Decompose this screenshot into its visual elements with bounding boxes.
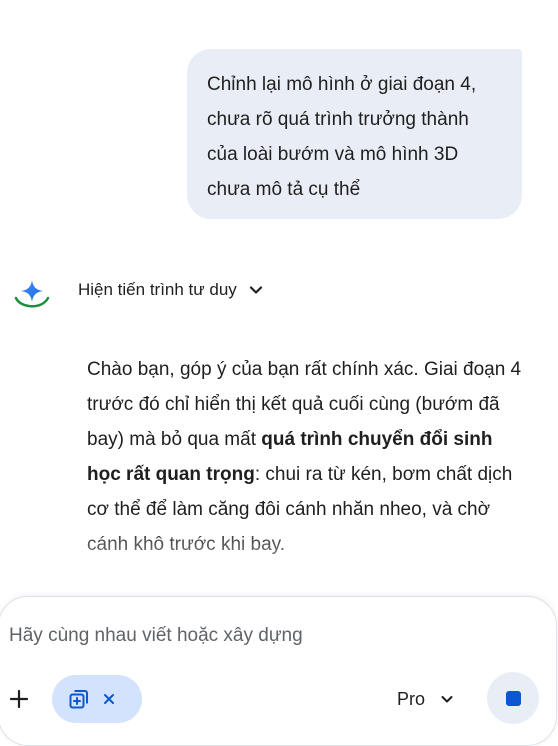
prompt-input[interactable] [7,617,491,655]
chevron-down-icon [249,286,262,294]
sparkle-logo-icon [12,275,52,315]
model-label: Pro [397,688,426,709]
stop-icon [505,690,521,706]
canvas-tool-chip[interactable] [52,675,142,723]
add-button[interactable] [3,683,35,715]
chevron-down-icon [441,696,453,703]
model-selector[interactable]: Pro [397,683,455,715]
stop-button[interactable] [487,672,539,724]
user-message-bubble: Chỉnh lại mô hình ở giai đoạn 4, chưa rõ… [187,49,522,219]
show-thinking-toggle[interactable]: Hiện tiến trình tư duy [72,275,271,305]
assistant-response: Chào bạn, góp ý của bạn rất chính xác. G… [87,352,527,602]
show-thinking-label: Hiện tiến trình tư duy [78,280,237,299]
close-icon[interactable] [102,692,116,706]
user-message-text: Chỉnh lại mô hình ở giai đoạn 4, chưa rõ… [207,74,477,200]
plus-icon [9,689,29,709]
canvas-add-icon [69,690,88,709]
response-paragraph: Chào bạn, góp ý của bạn rất chính xác. G… [87,352,527,562]
chat-composer: Pro [0,596,557,746]
